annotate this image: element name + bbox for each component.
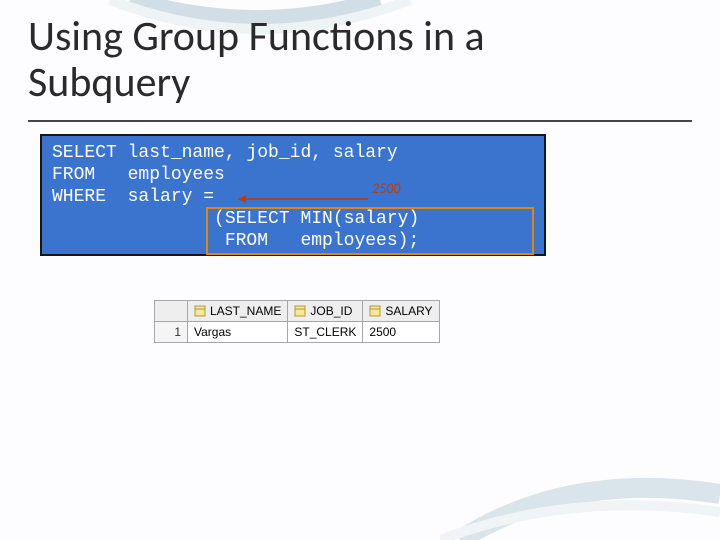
- table-header-row: LAST_NAME JOB_ID SAL: [155, 301, 440, 322]
- query-result-table: LAST_NAME JOB_ID SAL: [154, 300, 440, 343]
- code-line-2: FROM employees: [52, 165, 225, 185]
- title-line-2: Subquery: [28, 57, 190, 108]
- title-underline: [28, 120, 692, 122]
- row-number: 1: [155, 322, 188, 343]
- header-label: JOB_ID: [310, 304, 352, 318]
- slide-bottom-decoration: [440, 460, 720, 540]
- subquery-highlight: [206, 207, 534, 255]
- col-salary: SALARY: [363, 301, 439, 322]
- table-row: 1 Vargas ST_CLERK 2500: [155, 322, 440, 343]
- column-icon: [294, 305, 306, 317]
- slide-title: Using Group Functions in a Subquery: [28, 14, 485, 106]
- column-icon: [369, 305, 381, 317]
- code-line-3: WHERE salary =: [52, 187, 214, 207]
- header-label: SALARY: [385, 304, 432, 318]
- col-last-name: LAST_NAME: [188, 301, 288, 322]
- row-number-header: [155, 301, 188, 322]
- cell-salary: 2500: [363, 322, 439, 343]
- title-line-1: Using Group Functions in a: [28, 11, 485, 62]
- code-line-1: SELECT last_name, job_id, salary: [52, 143, 398, 163]
- header-label: LAST_NAME: [210, 304, 281, 318]
- column-icon: [194, 305, 206, 317]
- annotation-result-value: 2500: [372, 180, 400, 197]
- col-job-id: JOB_ID: [288, 301, 363, 322]
- annotation-arrow: [224, 189, 370, 209]
- cell-last-name: Vargas: [188, 322, 288, 343]
- cell-job-id: ST_CLERK: [288, 322, 363, 343]
